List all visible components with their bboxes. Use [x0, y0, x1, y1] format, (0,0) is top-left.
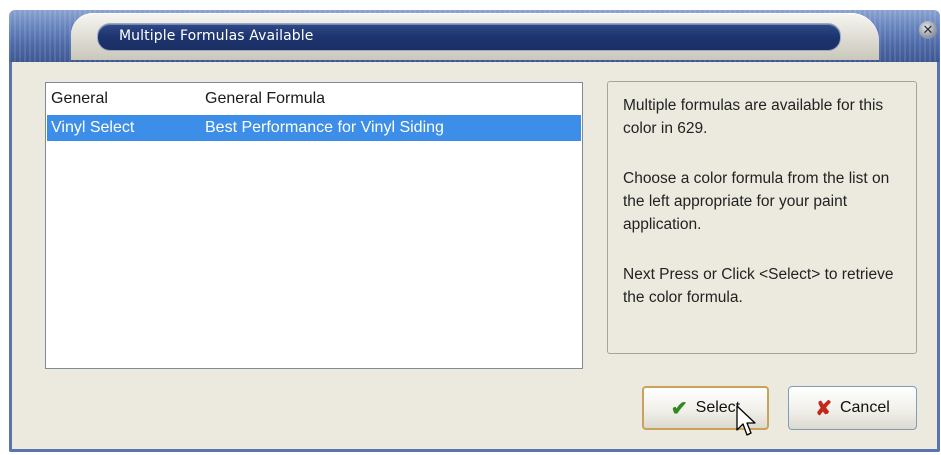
mouse-pointer-icon: [736, 405, 756, 436]
dialog-title: Multiple Formulas Available: [119, 28, 314, 44]
x-icon: ✘: [815, 397, 832, 420]
formula-description: General Formula: [205, 90, 326, 107]
list-item-vinyl-select[interactable]: Vinyl Select Best Performance for Vinyl …: [47, 115, 581, 141]
formula-name: Vinyl Select: [51, 119, 135, 136]
close-icon: ✕: [922, 22, 934, 38]
cancel-button[interactable]: ✘ Cancel: [788, 386, 917, 430]
formula-list[interactable]: General General Formula Vinyl Select Bes…: [45, 82, 583, 369]
instructions-paragraph-3: Next Press or Click <Select> to retrieve…: [623, 266, 894, 306]
cancel-button-label: Cancel: [839, 399, 890, 416]
instructions-panel: Multiple formulas are available for this…: [607, 81, 917, 354]
close-button[interactable]: ✕: [919, 21, 937, 39]
title-bar[interactable]: Multiple Formulas Available ✕: [9, 10, 940, 62]
instructions-paragraph-2: Choose a color formula from the list on …: [623, 170, 890, 233]
formula-name: General: [51, 90, 108, 107]
instructions-paragraph-1: Multiple formulas are available for this…: [623, 97, 884, 137]
dialog-window: Multiple Formulas Available ✕ General Ge…: [9, 10, 940, 452]
select-button-label: Select: [695, 399, 741, 416]
check-icon: ✔: [670, 397, 688, 420]
formula-description: Best Performance for Vinyl Siding: [205, 119, 444, 136]
list-item-general[interactable]: General General Formula: [47, 86, 581, 112]
